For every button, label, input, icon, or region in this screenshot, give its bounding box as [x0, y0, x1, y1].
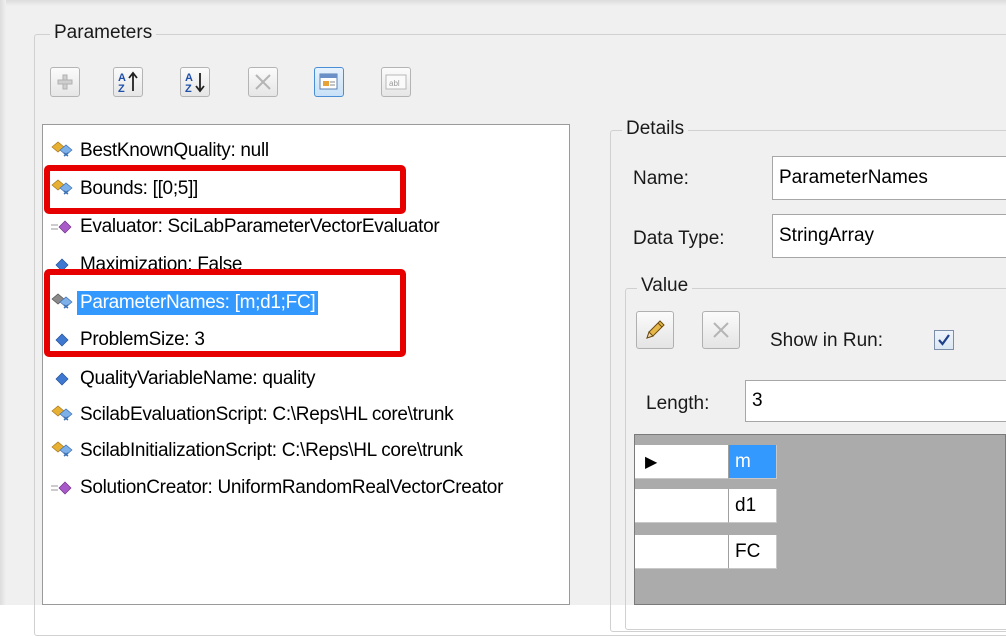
x-icon	[713, 322, 729, 338]
data-type-field[interactable]: StringArray	[772, 214, 1006, 258]
value-icon	[49, 368, 75, 390]
window-shadow	[0, 0, 6, 605]
length-label: Length:	[646, 393, 710, 414]
properties-icon	[319, 73, 338, 90]
x-icon	[255, 74, 271, 90]
details-group-title: Details	[622, 118, 689, 140]
table-cell[interactable]: d1	[729, 489, 777, 523]
table-cell[interactable]: m	[729, 445, 777, 479]
list-item[interactable]: BestKnownQuality: null	[49, 138, 272, 164]
svg-text:abl: abl	[389, 79, 400, 88]
plus-icon	[57, 74, 73, 90]
row-header[interactable]: ▶	[635, 445, 729, 479]
name-field[interactable]: ParameterNames	[772, 156, 1006, 200]
show-details-button[interactable]	[314, 67, 344, 97]
checkmark-icon	[938, 334, 950, 346]
sort-ascending-button[interactable]: A Z	[113, 67, 143, 97]
edit-button[interactable]	[636, 311, 674, 349]
window-shadow	[0, 0, 1006, 6]
value-lookup-icon	[49, 440, 75, 462]
add-button[interactable]	[50, 67, 80, 97]
list-item[interactable]: ScilabInitializationScript: C:\Reps\HL c…	[49, 438, 466, 464]
remove-button[interactable]	[248, 67, 278, 97]
table-cell[interactable]: FC	[729, 535, 777, 569]
operator-icon	[49, 477, 75, 499]
array-grid[interactable]: ▶ m d1 FC	[634, 434, 1006, 605]
data-type-label: Data Type:	[633, 228, 725, 249]
text-field-icon: abl	[385, 74, 407, 90]
rename-button[interactable]: abl	[381, 67, 411, 97]
annotation-highlight-parameternames	[44, 269, 406, 357]
value-group-title: Value	[637, 275, 693, 297]
pencil-icon	[646, 320, 665, 339]
clear-value-button[interactable]	[702, 311, 740, 349]
length-field[interactable]: 3	[745, 380, 1006, 422]
window: Parameters A Z A Z abl BestKnownQuality:…	[0, 0, 1006, 636]
sort-az-ascending-icon: A Z	[118, 71, 138, 94]
value-lookup-icon	[49, 404, 75, 426]
annotation-highlight-bounds	[44, 165, 406, 214]
name-label: Name:	[633, 168, 689, 189]
parameters-group-title: Parameters	[50, 22, 157, 44]
show-in-run-checkbox[interactable]	[934, 330, 954, 350]
svg-text:Z: Z	[118, 83, 125, 94]
list-item[interactable]: QualityVariableName: quality	[49, 366, 318, 392]
list-item[interactable]: ScilabEvaluationScript: C:\Reps\HL core\…	[49, 402, 456, 428]
row-header[interactable]	[635, 489, 729, 523]
sort-descending-button[interactable]: A Z	[180, 67, 210, 97]
value-lookup-icon	[49, 140, 75, 162]
sort-az-descending-icon: A Z	[185, 72, 205, 94]
operator-icon	[49, 216, 75, 238]
list-item[interactable]: Evaluator: SciLabParameterVectorEvaluato…	[49, 214, 442, 240]
current-row-indicator-icon: ▶	[645, 453, 658, 471]
row-header[interactable]	[635, 535, 729, 569]
show-in-run-label: Show in Run:	[770, 330, 884, 351]
list-item[interactable]: SolutionCreator: UniformRandomRealVector…	[49, 475, 506, 501]
svg-text:Z: Z	[185, 83, 192, 94]
